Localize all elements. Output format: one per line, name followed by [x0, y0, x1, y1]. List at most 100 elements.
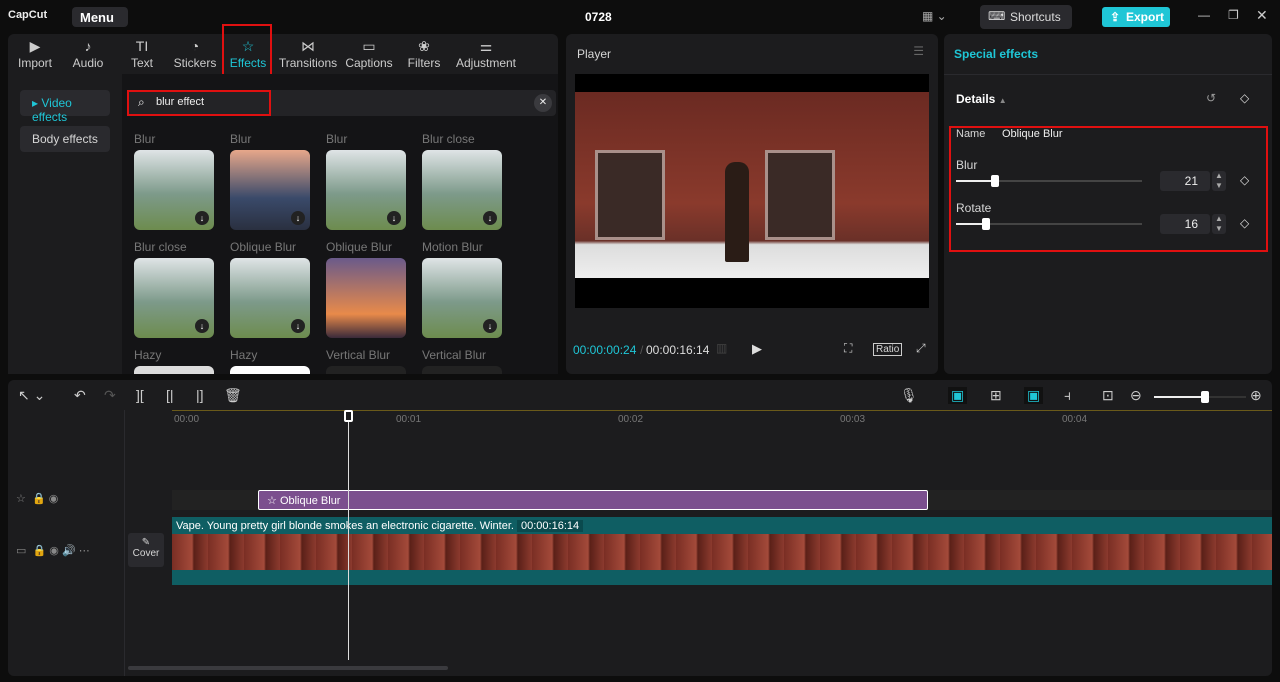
reset-icon[interactable]: ↺	[1206, 91, 1216, 105]
ratio-button[interactable]: Ratio	[873, 343, 903, 356]
effect-label: Motion Blur	[422, 240, 483, 254]
shortcuts-button[interactable]: ⌨ Shortcuts	[980, 5, 1072, 29]
zoom-fit-icon[interactable]: ⊡	[1102, 387, 1114, 404]
sidebar-item-body-effects[interactable]: Body effects	[20, 126, 110, 152]
video-clip[interactable]: Vape. Young pretty girl blonde smokes an…	[172, 517, 1272, 585]
eye-icon[interactable]: ◉	[49, 545, 59, 557]
player-panel: Player ☰ 00:00:00:24 / 00:00:16:14 ▥ ▶ ⛶…	[566, 34, 938, 374]
horizontal-scrollbar[interactable]	[128, 666, 448, 670]
sidebar-label: Video effects	[32, 96, 72, 124]
menu-button[interactable]: Menu ⌄	[72, 7, 128, 39]
effect-clip[interactable]: ☆ Oblique Blur	[258, 490, 928, 510]
details-heading[interactable]: Details ▲	[956, 92, 1007, 106]
tab-stickers[interactable]: ◔ Stickers	[172, 38, 218, 70]
tick-label: 00:03	[840, 414, 866, 425]
tab-audio[interactable]: ♪ Audio	[70, 38, 106, 70]
download-icon[interactable]: ↓	[483, 319, 497, 333]
tab-transitions[interactable]: ⋈ Transitions	[278, 38, 338, 70]
fullscreen-icon[interactable]: ⤢	[916, 341, 926, 356]
delete-right-icon[interactable]: |]	[196, 387, 204, 403]
download-icon[interactable]: ↓	[387, 211, 401, 225]
slider-knob[interactable]	[1200, 391, 1209, 403]
effect-item[interactable]: Hazy	[230, 348, 310, 374]
video-track-icon: ▭	[16, 545, 27, 557]
mute-icon[interactable]: 🔊	[62, 545, 76, 557]
play-button[interactable]: ▶	[752, 341, 762, 357]
tick-label: 00:00	[174, 414, 200, 425]
effect-thumbnail: ↓	[422, 258, 502, 338]
highlight-search	[127, 90, 271, 116]
download-icon[interactable]: ↓	[291, 319, 305, 333]
effects-grid: ⌕ blur effect ✕ Blur ↓ Blur ↓ Blur ↓ Blur close ↓…	[122, 74, 558, 374]
lock-icon[interactable]: 🔒	[32, 493, 46, 505]
microphone-icon[interactable]: 🎙	[900, 387, 918, 404]
effect-item[interactable]: Vertical Blur	[422, 348, 502, 374]
download-icon[interactable]: ↓	[483, 211, 497, 225]
transitions-icon: ⋈	[301, 38, 315, 54]
sidebar-label: Body effects	[32, 132, 98, 146]
redo-icon[interactable]: ↷	[104, 387, 116, 404]
keyframe-icon[interactable]: ◇	[1240, 91, 1249, 105]
total-time: 00:00:16:14	[646, 343, 710, 357]
effect-thumbnail: ↓	[422, 150, 502, 230]
tab-text[interactable]: TI Text	[128, 38, 156, 70]
tab-label: Import	[17, 56, 52, 70]
effect-item[interactable]: Blur close ↓	[134, 240, 214, 338]
zoom-out-icon[interactable]: ⊖	[1130, 387, 1142, 404]
window	[765, 150, 835, 240]
maximize-button[interactable]: ❐	[1228, 8, 1239, 22]
video-frame	[575, 92, 929, 278]
delete-left-icon[interactable]: [|	[166, 387, 174, 403]
split-icon[interactable]: ][	[136, 387, 144, 403]
lock-icon[interactable]: 🔒	[33, 545, 47, 557]
zoom-preview-icon[interactable]: ⛶	[844, 341, 852, 356]
effect-label: Oblique Blur	[230, 240, 297, 254]
tab-captions[interactable]: ▭ Captions	[344, 38, 394, 70]
delete-icon[interactable]: 🗑	[224, 387, 242, 404]
more-icon[interactable]: ⋯	[79, 545, 90, 557]
magnet-icon[interactable]: ▣	[948, 387, 968, 404]
tab-adjustment[interactable]: ⚌ Adjustment	[454, 38, 518, 70]
tab-import[interactable]: ▶ Import	[16, 38, 54, 70]
minimize-button[interactable]: —	[1198, 8, 1210, 22]
eye-icon[interactable]: ◉	[49, 493, 59, 505]
effect-item[interactable]: Oblique Blur	[326, 240, 406, 338]
effect-item[interactable]: Blur ↓	[230, 132, 310, 230]
select-tool-icon[interactable]: ↖ ⌄	[18, 387, 45, 404]
download-icon[interactable]: ↓	[195, 319, 209, 333]
effect-label: Blur close	[134, 240, 187, 254]
tab-label: Audio	[72, 56, 104, 70]
panel-title: Special effects	[954, 47, 1039, 61]
undo-icon[interactable]: ↶	[74, 387, 86, 404]
cover-button[interactable]: ✎ Cover	[128, 533, 164, 567]
effect-item[interactable]: Blur close ↓	[422, 132, 502, 230]
effect-item[interactable]: Blur ↓	[134, 132, 214, 230]
tab-filters[interactable]: ❀ Filters	[406, 38, 442, 70]
timeline-zoom-slider[interactable]	[1154, 391, 1246, 403]
effect-item[interactable]: Hazy	[134, 348, 214, 374]
preview-axis-icon[interactable]: ▣	[1024, 387, 1044, 404]
sidebar-item-video-effects[interactable]: ▸ Video effects	[20, 90, 110, 124]
layout-icon[interactable]: ▦ ⌄	[922, 9, 947, 23]
download-icon[interactable]: ↓	[291, 211, 305, 225]
playhead-handle[interactable]	[344, 410, 353, 422]
divider	[944, 74, 1272, 75]
download-icon[interactable]: ↓	[195, 211, 209, 225]
keyboard-icon: ⌨	[988, 9, 1006, 23]
effect-item[interactable]: Vertical Blur	[326, 348, 406, 374]
playhead[interactable]	[344, 410, 353, 660]
zoom-in-icon[interactable]: ⊕	[1250, 387, 1262, 404]
export-button[interactable]: ⇪ Export	[1102, 7, 1170, 27]
effect-item[interactable]: Blur ↓	[326, 132, 406, 230]
video-thumbnails	[172, 534, 1272, 570]
effect-item[interactable]: Oblique Blur ↓	[230, 240, 310, 338]
tab-label: Captions	[345, 56, 393, 70]
effect-item[interactable]: Motion Blur ↓	[422, 240, 502, 338]
linkage-icon[interactable]: ⊞	[990, 387, 1002, 404]
tick-label: 00:02	[618, 414, 644, 425]
close-button[interactable]: ✕	[1256, 7, 1268, 24]
shortcuts-label: Shortcuts	[1010, 10, 1061, 24]
player-menu-icon[interactable]: ☰	[913, 44, 924, 58]
clear-search-icon[interactable]: ✕	[534, 94, 552, 112]
align-icon[interactable]: ⫞	[1064, 387, 1071, 404]
